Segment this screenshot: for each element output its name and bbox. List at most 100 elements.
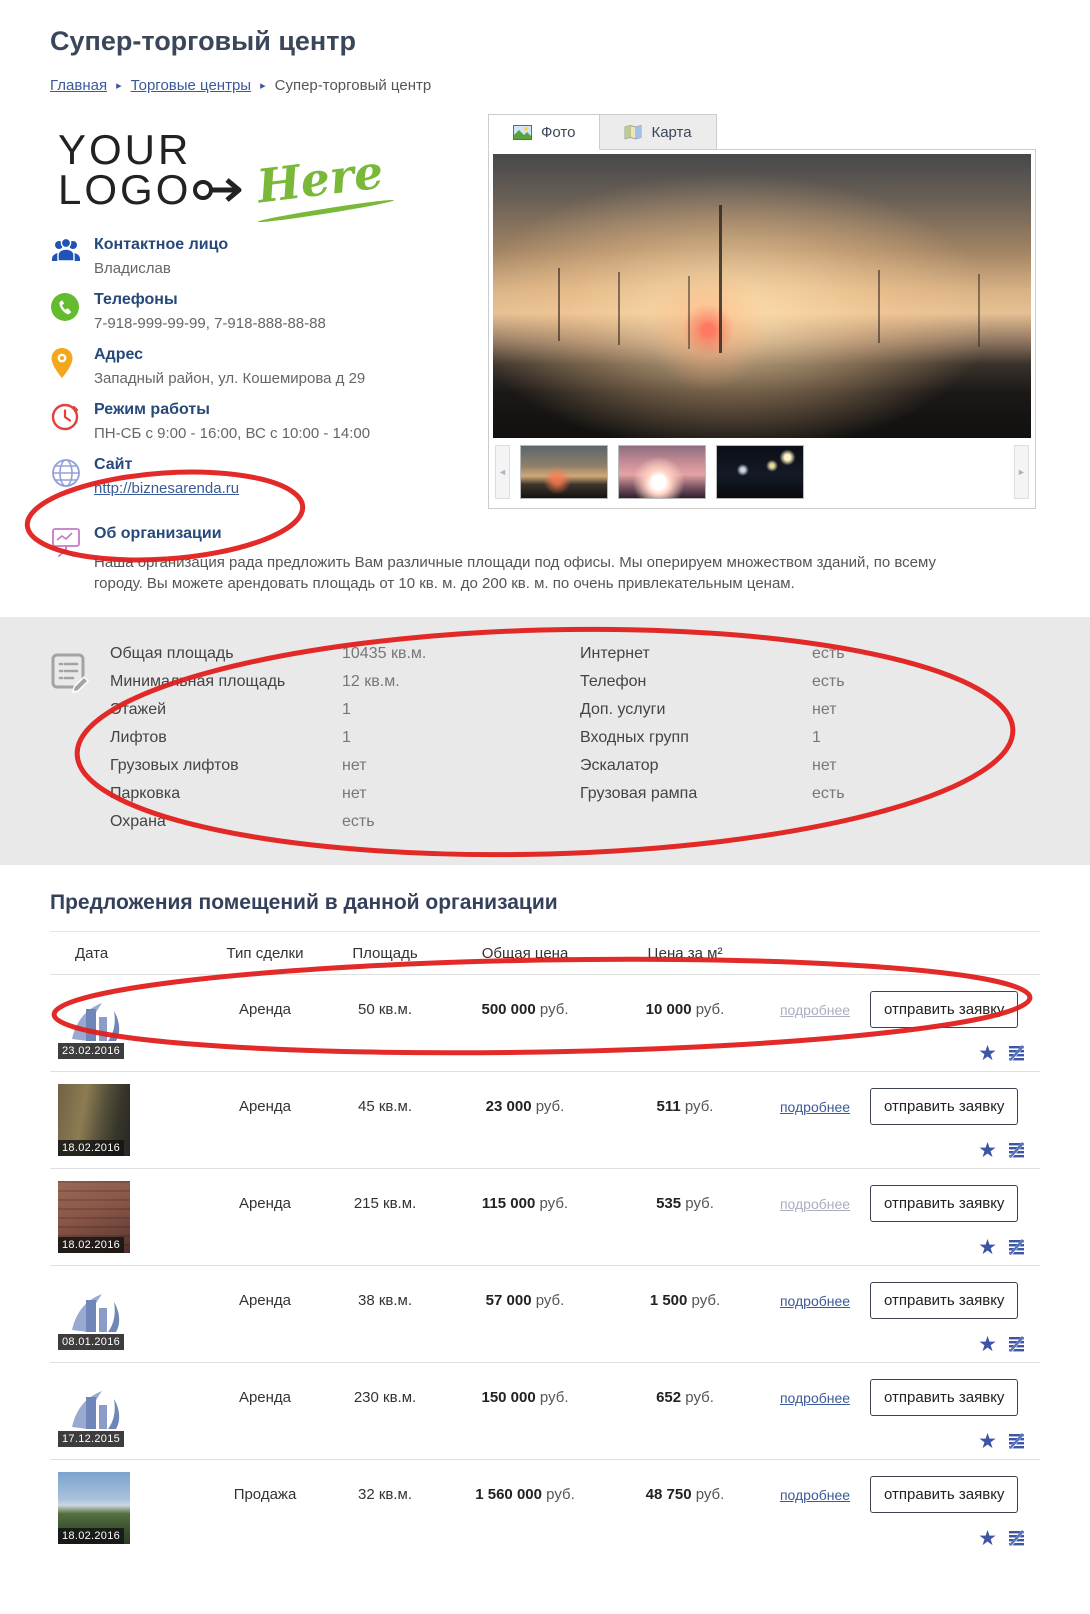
breadcrumb-separator-icon: ▸ (116, 79, 122, 92)
details-link[interactable]: подробнее (780, 1390, 850, 1406)
carousel-prev-button[interactable]: ◄ (495, 445, 510, 499)
compare-note-icon[interactable] (1007, 1142, 1026, 1158)
contact-person-value: Владислав (94, 260, 228, 277)
property-row: Доп. услугинет (580, 701, 1050, 719)
send-request-button[interactable]: отправить заявку (870, 1185, 1018, 1222)
tab-photo[interactable]: Фото (488, 114, 600, 150)
about-section: Об организации Наша организация рада пре… (50, 525, 1040, 595)
offer-type: Продажа (200, 1472, 330, 1550)
compare-note-icon[interactable] (1007, 1045, 1026, 1061)
page: Супер-торговый центр Главная ▸ Торговые … (0, 0, 1090, 1614)
favorite-star-icon[interactable]: ★ (978, 1237, 997, 1258)
details-link[interactable]: подробнее (780, 1293, 850, 1309)
compare-note-icon[interactable] (1007, 1239, 1026, 1255)
offer-type: Аренда (200, 1181, 330, 1259)
photo-thumbnail[interactable] (520, 445, 608, 499)
offer-type: Аренда (200, 1084, 330, 1162)
details-link[interactable]: подробнее (780, 1196, 850, 1212)
media-gallery: Фото Карта ◄ (488, 114, 1036, 509)
send-request-button[interactable]: отправить заявку (870, 991, 1018, 1028)
offer-date-badge: 18.02.2016 (58, 1528, 124, 1544)
about-text: Наша организация рада предложить Вам раз… (94, 552, 984, 595)
details-link[interactable]: подробнее (780, 1487, 850, 1503)
website-title: Сайт (94, 456, 239, 474)
offer-total-price: 23 000 руб. (440, 1084, 610, 1162)
send-request-button[interactable]: отправить заявку (870, 1088, 1018, 1125)
main-photo (493, 154, 1031, 438)
logo-word-your: YOUR (58, 130, 251, 170)
breadcrumb-home-link[interactable]: Главная (50, 77, 107, 94)
offer-date-badge: 17.12.2015 (58, 1431, 124, 1447)
offer-row: 18.02.2016 Аренда 45 кв.м. 23 000 руб. 5… (50, 1071, 1040, 1168)
offer-thumbnail[interactable]: 18.02.2016 (58, 1472, 130, 1544)
offer-thumbnail[interactable]: 17.12.2015 (58, 1375, 130, 1447)
presentation-icon (50, 525, 94, 595)
phone-icon (50, 291, 94, 332)
property-row: Минимальная площадь12 кв.м. (110, 673, 580, 691)
send-request-button[interactable]: отправить заявку (870, 1282, 1018, 1319)
logo-word-logo: LOGO (58, 170, 191, 210)
offer-row-actions: ★ (978, 1431, 1026, 1452)
favorite-star-icon[interactable]: ★ (978, 1431, 997, 1452)
favorite-star-icon[interactable]: ★ (978, 1334, 997, 1355)
column-header-total-price: Общая цена (440, 945, 610, 962)
compare-note-icon[interactable] (1007, 1433, 1026, 1449)
offer-price-per-m2: 10 000 руб. (610, 987, 760, 1065)
breadcrumb-current: Супер-торговый центр (275, 77, 432, 94)
logo-arrow-icon (193, 176, 251, 204)
photo-thumbnail[interactable] (618, 445, 706, 499)
offer-thumbnail[interactable]: 18.02.2016 (58, 1181, 130, 1253)
offer-price-per-m2: 535 руб. (610, 1181, 760, 1259)
map-pin-icon (50, 346, 94, 387)
compare-note-icon[interactable] (1007, 1530, 1026, 1546)
working-hours-value: ПН-СБ с 9:00 - 16:00, ВС с 10:00 - 14:00 (94, 425, 370, 442)
details-link[interactable]: подробнее (780, 1002, 850, 1018)
details-link[interactable]: подробнее (780, 1099, 850, 1115)
offer-thumbnail[interactable]: 18.02.2016 (58, 1084, 130, 1156)
compare-note-icon[interactable] (1007, 1336, 1026, 1352)
offer-row: 18.02.2016 Аренда 215 кв.м. 115 000 руб.… (50, 1168, 1040, 1265)
column-header-date: Дата (50, 945, 200, 962)
send-request-button[interactable]: отправить заявку (870, 1379, 1018, 1416)
offer-type: Аренда (200, 1278, 330, 1356)
organization-info-column: YOUR LOGO Here (50, 114, 482, 498)
property-row: Эскалаторнет (580, 757, 1050, 775)
offer-area: 32 кв.м. (330, 1472, 440, 1550)
properties-table: Общая площадь10435 кв.м. Минимальная пло… (110, 645, 1050, 841)
offer-price-per-m2: 652 руб. (610, 1375, 760, 1453)
offer-area: 215 кв.м. (330, 1181, 440, 1259)
map-icon (624, 125, 642, 140)
offer-row-actions: ★ (978, 1334, 1026, 1355)
properties-column-left: Общая площадь10435 кв.м. Минимальная пло… (110, 645, 580, 841)
thumbnail-strip: ◄ ► (493, 438, 1031, 504)
breadcrumb: Главная ▸ Торговые центры ▸ Супер-торгов… (50, 77, 1090, 94)
offers-table-header: Дата Тип сделки Площадь Общая цена Цена … (50, 932, 1040, 974)
offer-thumbnail[interactable]: 23.02.2016 (58, 987, 130, 1059)
favorite-star-icon[interactable]: ★ (978, 1043, 997, 1064)
photo-thumbnail[interactable] (716, 445, 804, 499)
properties-panel: Общая площадь10435 кв.м. Минимальная пло… (0, 617, 1090, 865)
offer-total-price: 57 000 руб. (440, 1278, 610, 1356)
offer-area: 50 кв.м. (330, 987, 440, 1065)
offer-date-badge: 23.02.2016 (58, 1043, 124, 1059)
send-request-button[interactable]: отправить заявку (870, 1476, 1018, 1513)
logo-word-here: Here (255, 145, 387, 214)
tab-map[interactable]: Карта (600, 114, 716, 150)
phones-section: Телефоны 7-918-999-99-99, 7-918-888-88-8… (50, 291, 482, 332)
property-row: Охранаесть (110, 813, 580, 831)
property-row: Грузовых лифтовнет (110, 757, 580, 775)
offer-price-per-m2: 1 500 руб. (610, 1278, 760, 1356)
offer-total-price: 115 000 руб. (440, 1181, 610, 1259)
phones-value: 7-918-999-99-99, 7-918-888-88-88 (94, 315, 326, 332)
favorite-star-icon[interactable]: ★ (978, 1140, 997, 1161)
organization-logo: YOUR LOGO Here (58, 118, 482, 222)
offer-row: 17.12.2015 Аренда 230 кв.м. 150 000 руб.… (50, 1362, 1040, 1459)
offer-row-actions: ★ (978, 1140, 1026, 1161)
breadcrumb-section-link[interactable]: Торговые центры (131, 77, 251, 94)
carousel-next-button[interactable]: ► (1014, 445, 1029, 499)
about-title: Об организации (94, 525, 984, 543)
column-header-type: Тип сделки (200, 945, 330, 962)
favorite-star-icon[interactable]: ★ (978, 1528, 997, 1549)
website-link[interactable]: http://biznesarenda.ru (94, 480, 239, 497)
offer-thumbnail[interactable]: 08.01.2016 (58, 1278, 130, 1350)
